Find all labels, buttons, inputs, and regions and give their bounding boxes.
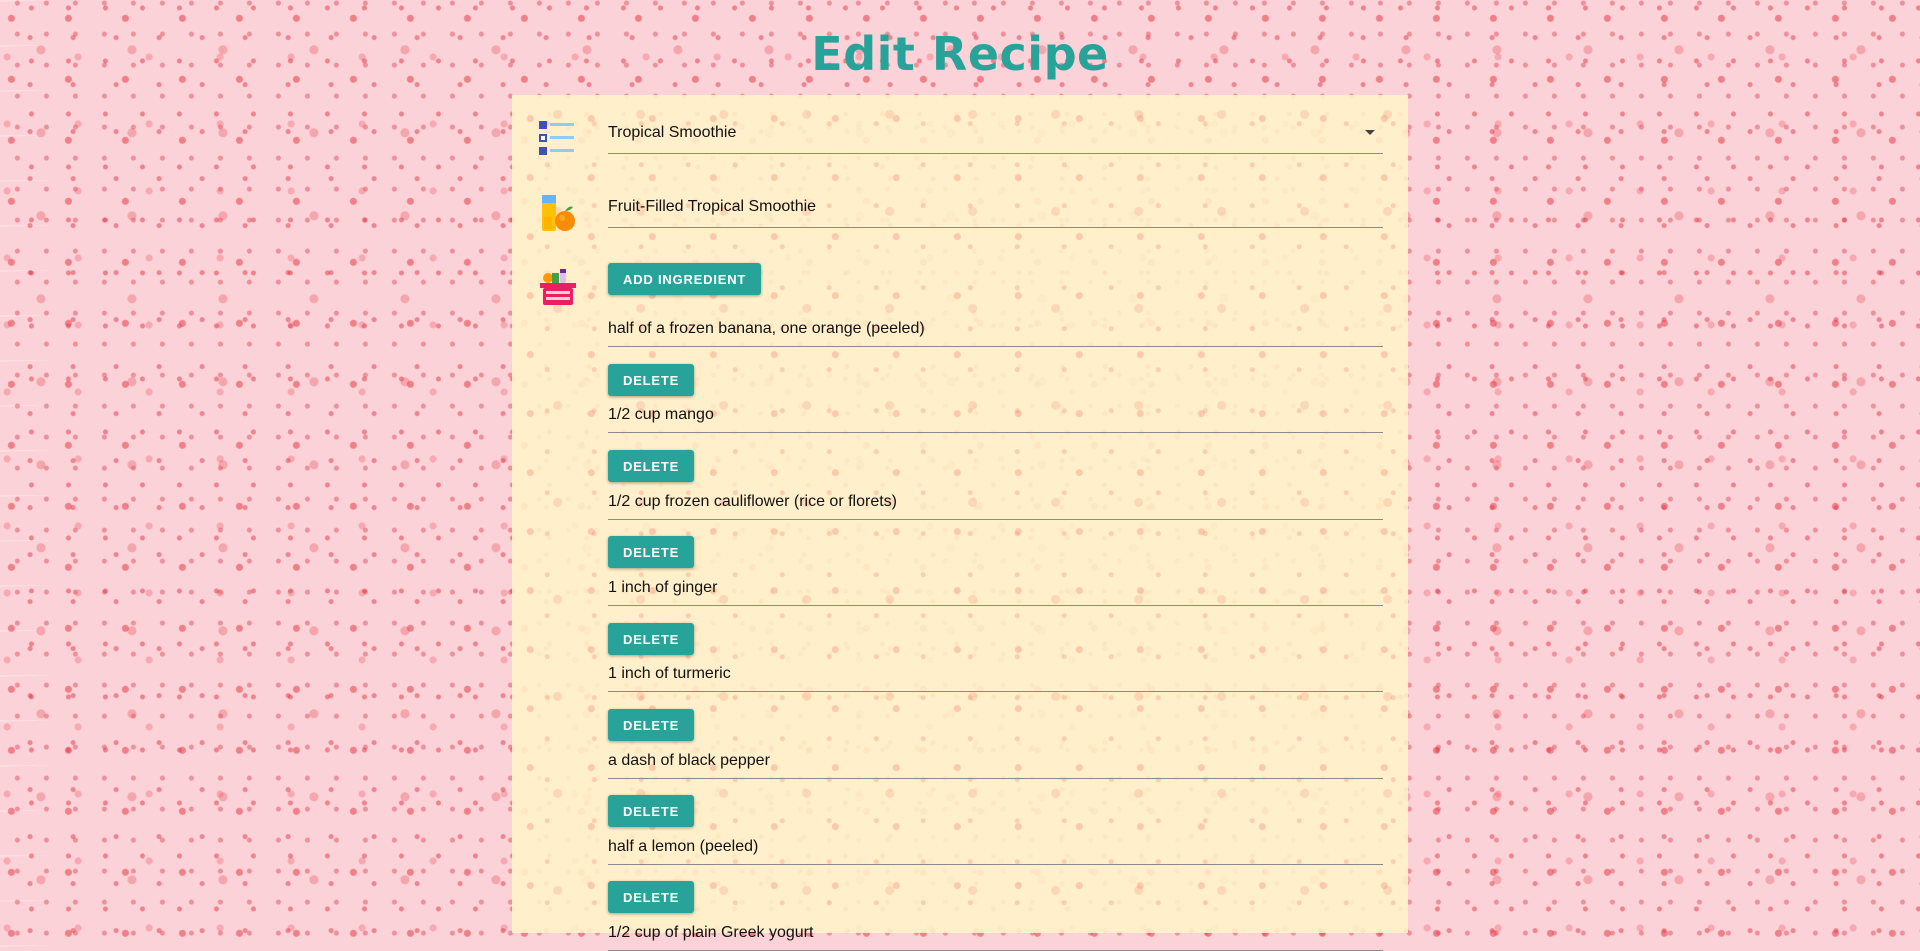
ingredient-value: 1/2 cup frozen cauliflower (rice or flor… [608,493,897,510]
delete-ingredient-button[interactable]: DELETE [608,881,695,913]
ingredient-field[interactable]: a dash of black pepper [608,745,1383,779]
delete-ingredient-button[interactable]: DELETE [608,536,695,568]
ingredient-value: 1 inch of turmeric [608,665,731,682]
ingredient-value: 1/2 cup mango [608,406,714,423]
recipe-form-panel: Tropical Smoothie Fruit-Filled Tropical … [512,95,1408,951]
ingredient-value: a dash of black pepper [608,752,770,769]
grocery-basket-icon [536,265,580,309]
ingredient-field[interactable]: 1 inch of ginger [608,572,1383,606]
category-select-value: Tropical Smoothie [608,124,737,141]
delete-ingredient-button[interactable]: DELETE [608,364,695,396]
ingredient-field[interactable]: 1/2 cup of plain Greek yogurt [608,917,1383,951]
page-title: Edit Recipe [811,27,1109,81]
ingredient-value: 1/2 cup of plain Greek yogurt [608,924,814,941]
ingredient-field[interactable]: 1 inch of turmeric [608,658,1383,692]
ingredient-field[interactable]: half a lemon (peeled) [608,831,1383,865]
ingredient-field[interactable]: 1/2 cup mango [608,399,1383,433]
delete-ingredient-button[interactable]: DELETE [608,795,695,827]
recipe-name-value: Fruit-Filled Tropical Smoothie [608,198,817,215]
chevron-down-icon [1365,130,1375,135]
ingredient-value: half a lemon (peeled) [608,838,759,855]
add-ingredient-button[interactable]: ADD INGREDIENT [608,263,762,295]
checklist-icon [536,117,580,161]
delete-ingredient-button[interactable]: DELETE [608,450,695,482]
ingredient-value: 1 inch of ginger [608,579,718,596]
smoothie-icon [536,191,580,235]
category-select[interactable]: Tropical Smoothie [608,112,1383,154]
ingredient-field[interactable]: half of a frozen banana, one orange (pee… [608,313,1383,347]
delete-ingredient-button[interactable]: DELETE [608,623,695,655]
delete-ingredient-button[interactable]: DELETE [608,709,695,741]
ingredient-value: half of a frozen banana, one orange (pee… [608,320,925,337]
ingredient-field[interactable]: 1/2 cup frozen cauliflower (rice or flor… [608,486,1383,520]
recipe-name-field[interactable]: Fruit-Filled Tropical Smoothie [608,186,1383,228]
